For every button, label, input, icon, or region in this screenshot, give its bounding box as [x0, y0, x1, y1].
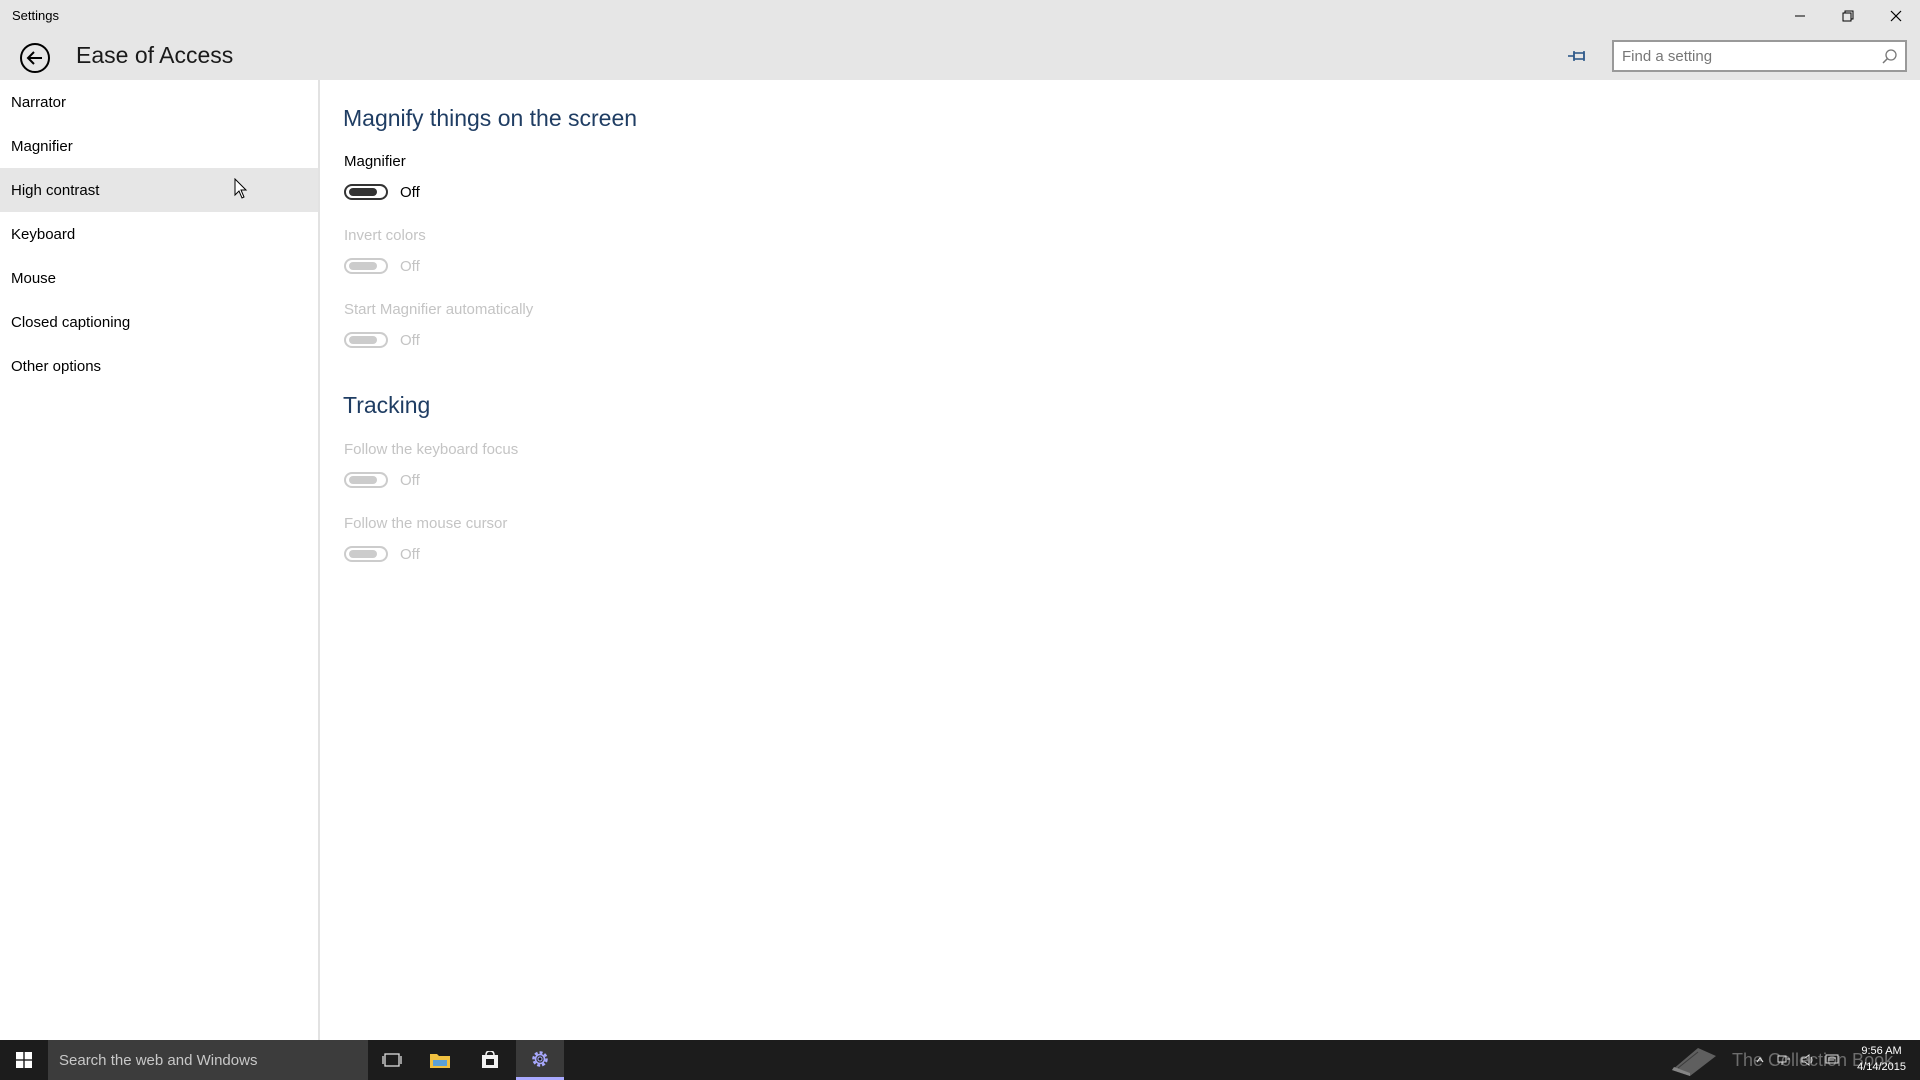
magnifier-label: Magnifier — [344, 153, 406, 170]
follow-keyboard-focus-label: Follow the keyboard focus — [344, 441, 519, 458]
taskbar-search-box[interactable]: Search the web and Windows — [48, 1040, 368, 1080]
title-bar: Settings Ease of Access — [0, 0, 1920, 80]
volume-icon — [1801, 1054, 1813, 1066]
sidebar-item-label: Narrator — [11, 93, 67, 111]
tracking-section-title: Tracking — [343, 392, 431, 418]
system-tray — [1748, 1040, 1844, 1080]
toggle-knob — [349, 188, 377, 196]
follow-mouse-cursor-toggle — [344, 546, 388, 562]
restore-button[interactable] — [1824, 0, 1872, 32]
volume-button[interactable] — [1796, 1040, 1820, 1080]
taskbar: Search the web and Windows The Collectio… — [0, 1040, 1920, 1080]
magnifier-toggle-row: Off — [344, 182, 420, 202]
follow-keyboard-focus-state: Off — [400, 471, 420, 489]
network-icon — [1777, 1055, 1790, 1065]
taskbar-search-text: Search the web and Windows — [59, 1051, 258, 1069]
mouse-cursor-icon — [234, 178, 248, 199]
store-bag-icon — [482, 1051, 498, 1068]
chevron-up-icon — [1756, 1057, 1764, 1063]
task-view-icon — [382, 1053, 402, 1067]
window-controls — [1776, 0, 1920, 32]
sidebar-item-keyboard[interactable]: Keyboard — [0, 212, 318, 256]
pin-to-start-button[interactable] — [1563, 44, 1593, 68]
invert-colors-toggle-row: Off — [344, 256, 420, 276]
sidebar-item-narrator[interactable]: Narrator — [0, 80, 318, 124]
settings-search-input[interactable] — [1614, 42, 1905, 70]
settings-search-box[interactable] — [1612, 40, 1907, 72]
folder-icon — [430, 1054, 450, 1068]
sidebar-item-label: Magnifier — [11, 137, 73, 155]
back-arrow-icon — [20, 43, 50, 73]
sidebar-item-label: Mouse — [11, 269, 57, 287]
invert-colors-state: Off — [400, 257, 420, 275]
page-title: Ease of Access — [76, 42, 234, 68]
sidebar-item-mouse[interactable]: Mouse — [0, 256, 318, 300]
minimize-button[interactable] — [1776, 0, 1824, 32]
close-button[interactable] — [1872, 0, 1920, 32]
back-button[interactable] — [18, 41, 52, 75]
action-center-button[interactable] — [1820, 1040, 1844, 1080]
minimize-icon — [1795, 15, 1805, 17]
magnifier-toggle[interactable] — [344, 184, 388, 200]
invert-colors-label: Invert colors — [344, 227, 426, 244]
clock-date: 4/14/2015 — [1857, 1061, 1906, 1073]
store-button[interactable] — [466, 1040, 514, 1080]
close-icon — [1890, 10, 1902, 22]
follow-mouse-cursor-toggle-row: Off — [344, 544, 420, 564]
sidebar-item-other-options[interactable]: Other options — [0, 344, 318, 388]
start-magnifier-auto-label: Start Magnifier automatically — [344, 301, 534, 318]
gear-icon — [532, 1050, 548, 1067]
start-button[interactable] — [0, 1040, 48, 1080]
magnifier-state: Off — [400, 183, 420, 201]
task-view-button[interactable] — [368, 1040, 416, 1080]
sidebar-item-label: High contrast — [11, 181, 100, 199]
toggle-knob — [349, 336, 377, 344]
start-magnifier-auto-state: Off — [400, 331, 420, 349]
follow-keyboard-focus-toggle — [344, 472, 388, 488]
show-hidden-icons-button[interactable] — [1748, 1040, 1772, 1080]
sidebar-item-high-contrast[interactable]: High contrast — [0, 168, 318, 212]
sidebar-item-label: Closed captioning — [11, 313, 131, 331]
sidebar-item-label: Other options — [11, 357, 102, 375]
restore-icon — [1842, 10, 1854, 22]
main-content: Magnify things on the screen Magnifier O… — [322, 80, 1920, 1040]
windows-logo-icon — [16, 1052, 32, 1068]
app-title: Settings — [12, 8, 59, 23]
toggle-knob — [349, 550, 377, 558]
sidebar-item-label: Keyboard — [11, 225, 76, 243]
notification-icon — [1825, 1054, 1839, 1064]
taskbar-clock[interactable]: 9:56 AM 4/14/2015 — [1857, 1043, 1906, 1075]
settings-taskbar-button[interactable] — [516, 1040, 564, 1080]
sidebar-item-magnifier[interactable]: Magnifier — [0, 124, 318, 168]
toggle-knob — [349, 262, 377, 270]
follow-keyboard-focus-toggle-row: Off — [344, 470, 420, 490]
sidebar-nav: Narrator Magnifier High contrast Keyboar… — [0, 80, 320, 1040]
invert-colors-toggle — [344, 258, 388, 274]
pin-icon — [1568, 51, 1585, 61]
search-icon[interactable] — [1881, 48, 1899, 66]
follow-mouse-cursor-state: Off — [400, 545, 420, 563]
sidebar-item-closed-captioning[interactable]: Closed captioning — [0, 300, 318, 344]
file-explorer-button[interactable] — [416, 1040, 464, 1080]
toggle-knob — [349, 476, 377, 484]
magnify-section-title: Magnify things on the screen — [343, 105, 638, 131]
book-logo-icon — [1672, 1048, 1716, 1076]
clock-time: 9:56 AM — [1861, 1045, 1902, 1057]
follow-mouse-cursor-label: Follow the mouse cursor — [344, 515, 508, 532]
network-button[interactable] — [1772, 1040, 1796, 1080]
start-magnifier-auto-toggle-row: Off — [344, 330, 420, 350]
start-magnifier-auto-toggle — [344, 332, 388, 348]
